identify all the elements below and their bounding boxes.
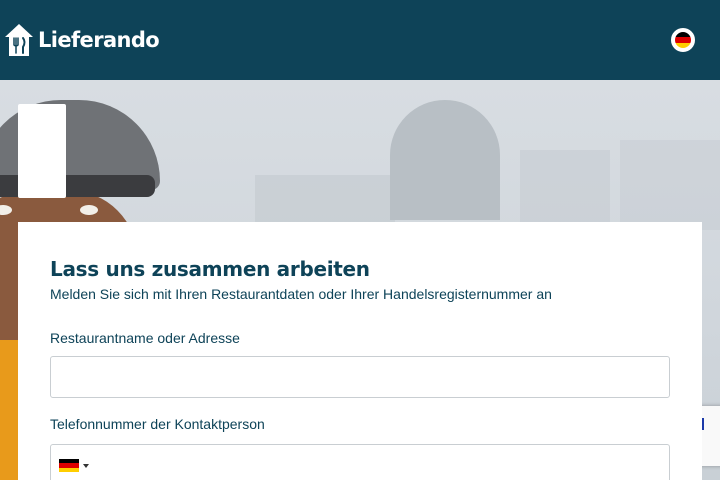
language-selector[interactable] [671, 28, 695, 52]
country-code-select[interactable] [59, 459, 89, 472]
white-panel-tab [18, 104, 66, 198]
background-building [620, 140, 720, 230]
restaurant-field-label: Restaurantname oder Adresse [50, 330, 240, 346]
chevron-down-icon [83, 463, 89, 468]
form-subtitle: Melden Sie sich mit Ihren Restaurantdate… [50, 286, 552, 302]
brand-name: Lieferando [38, 28, 160, 52]
background-tower [390, 100, 500, 220]
person-eye [80, 205, 98, 215]
phone-input[interactable] [50, 444, 670, 480]
phone-field-label: Telefonnummer der Kontaktperson [50, 416, 265, 432]
restaurant-input[interactable] [50, 356, 670, 398]
home-fork-knife-icon [5, 24, 33, 56]
signup-form-card: Lass uns zusammen arbeiten Melden Sie si… [18, 222, 702, 480]
background-building [520, 150, 610, 225]
background-building [255, 175, 395, 225]
germany-flag-icon [59, 459, 79, 472]
germany-flag-icon [675, 32, 691, 48]
top-navigation-bar: Lieferando [0, 0, 720, 80]
brand-logo[interactable]: Lieferando [4, 23, 160, 57]
form-title: Lass uns zusammen arbeiten [50, 257, 370, 281]
